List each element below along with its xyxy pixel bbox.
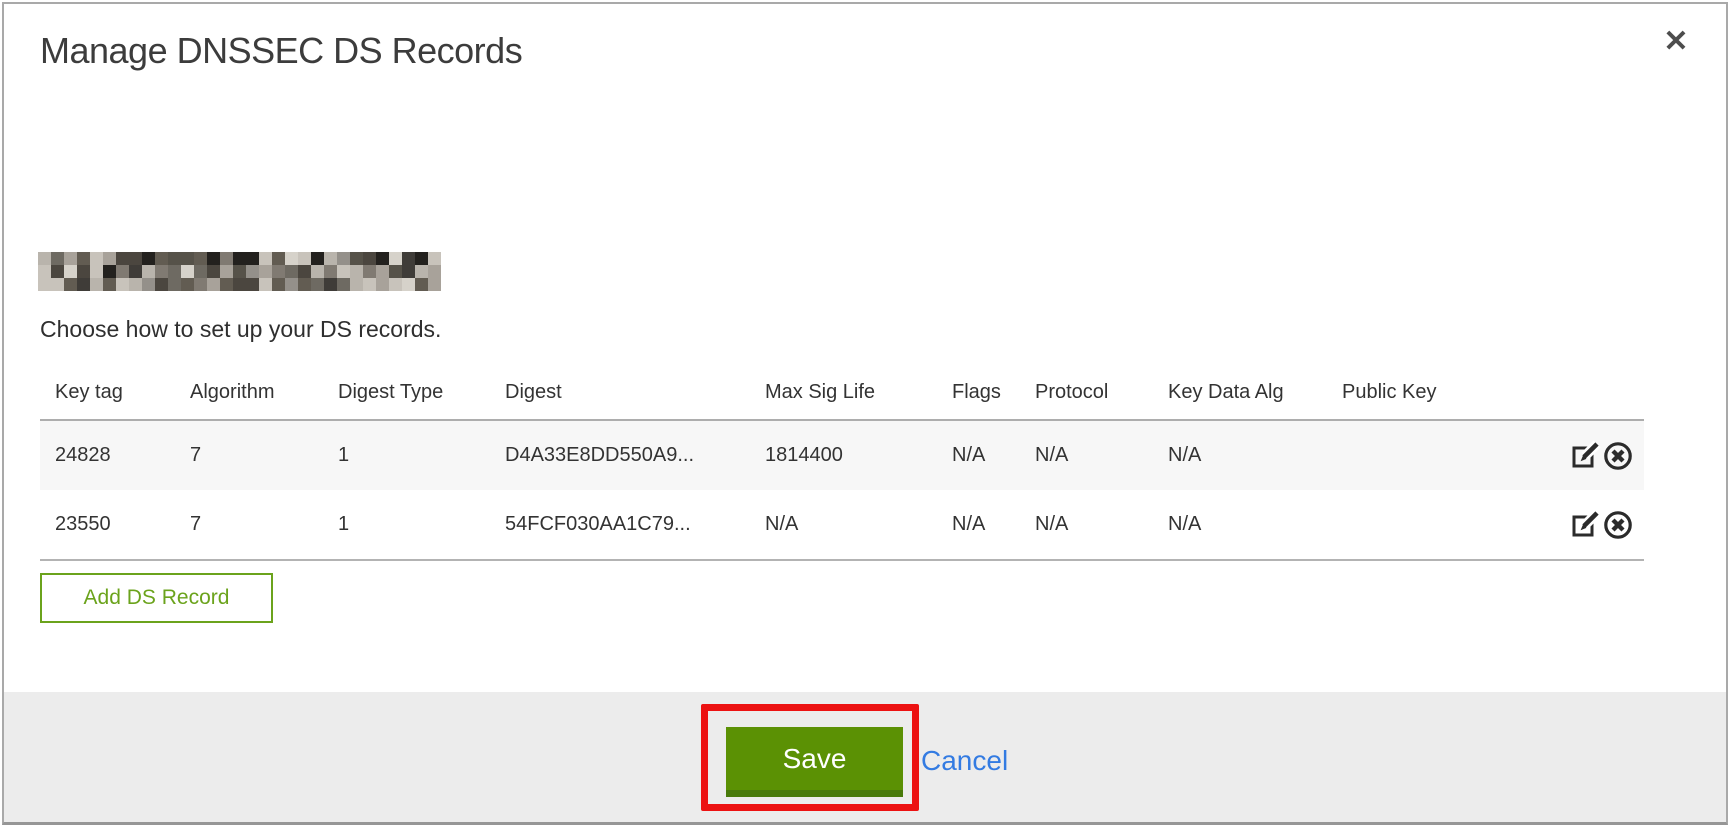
column-header: Max Sig Life bbox=[750, 366, 937, 420]
table-row: 24828 7 1 D4A33E8DD550A9... 1814400 N/A … bbox=[40, 420, 1644, 490]
cell-flags: N/A bbox=[937, 490, 1020, 560]
dialog-footer: Save Cancel bbox=[4, 692, 1726, 822]
manage-dnssec-dialog: Manage DNSSEC DS Records ✕ Choose how to… bbox=[2, 2, 1728, 825]
ds-records-table: Key tagAlgorithmDigest TypeDigestMax Sig… bbox=[40, 366, 1644, 561]
column-header: Key tag bbox=[40, 366, 175, 420]
save-button[interactable]: Save bbox=[726, 727, 903, 797]
table-row: 23550 7 1 54FCF030AA1C79... N/A N/A N/A … bbox=[40, 490, 1644, 560]
cell-protocol: N/A bbox=[1020, 490, 1153, 560]
cell-public-key bbox=[1327, 420, 1557, 490]
dialog-title: Manage DNSSEC DS Records bbox=[40, 30, 522, 72]
table-header-row: Key tagAlgorithmDigest TypeDigestMax Sig… bbox=[40, 366, 1644, 420]
cell-flags: N/A bbox=[937, 420, 1020, 490]
cell-digest: 54FCF030AA1C79... bbox=[490, 490, 750, 560]
cell-key-tag: 24828 bbox=[40, 420, 175, 490]
add-ds-record-button[interactable]: Add DS Record bbox=[40, 573, 273, 623]
edit-icon bbox=[1569, 440, 1601, 472]
cell-algorithm: 7 bbox=[175, 420, 323, 490]
cell-max-sig-life: 1814400 bbox=[750, 420, 937, 490]
column-header: Public Key bbox=[1327, 366, 1557, 420]
close-button[interactable]: ✕ bbox=[1656, 22, 1696, 62]
cell-key-data-alg: N/A bbox=[1153, 490, 1327, 560]
redacted-domain-name bbox=[38, 252, 441, 291]
column-header: Key Data Alg bbox=[1153, 366, 1327, 420]
annotation-highlight-box: Save bbox=[701, 704, 919, 811]
column-header: Protocol bbox=[1020, 366, 1153, 420]
cell-key-tag: 23550 bbox=[40, 490, 175, 560]
cell-actions bbox=[1557, 420, 1644, 490]
cell-max-sig-life: N/A bbox=[750, 490, 937, 560]
cell-digest-type: 1 bbox=[323, 420, 490, 490]
cancel-link[interactable]: Cancel bbox=[921, 744, 1008, 778]
column-header: Digest bbox=[490, 366, 750, 420]
close-icon: ✕ bbox=[1663, 25, 1688, 58]
cell-protocol: N/A bbox=[1020, 420, 1153, 490]
column-header: Algorithm bbox=[175, 366, 323, 420]
delete-x-icon bbox=[1602, 509, 1634, 541]
delete-record-button[interactable] bbox=[1602, 440, 1634, 472]
delete-x-icon bbox=[1602, 440, 1634, 472]
cell-public-key bbox=[1327, 490, 1557, 560]
cell-digest-type: 1 bbox=[323, 490, 490, 560]
cell-digest: D4A33E8DD550A9... bbox=[490, 420, 750, 490]
edit-record-button[interactable] bbox=[1569, 509, 1601, 541]
cell-algorithm: 7 bbox=[175, 490, 323, 560]
cell-actions bbox=[1557, 490, 1644, 560]
instruction-text: Choose how to set up your DS records. bbox=[40, 312, 441, 346]
delete-record-button[interactable] bbox=[1602, 509, 1634, 541]
column-header: Digest Type bbox=[323, 366, 490, 420]
edit-record-button[interactable] bbox=[1569, 440, 1601, 472]
edit-icon bbox=[1569, 509, 1601, 541]
column-header: Flags bbox=[937, 366, 1020, 420]
cell-key-data-alg: N/A bbox=[1153, 420, 1327, 490]
